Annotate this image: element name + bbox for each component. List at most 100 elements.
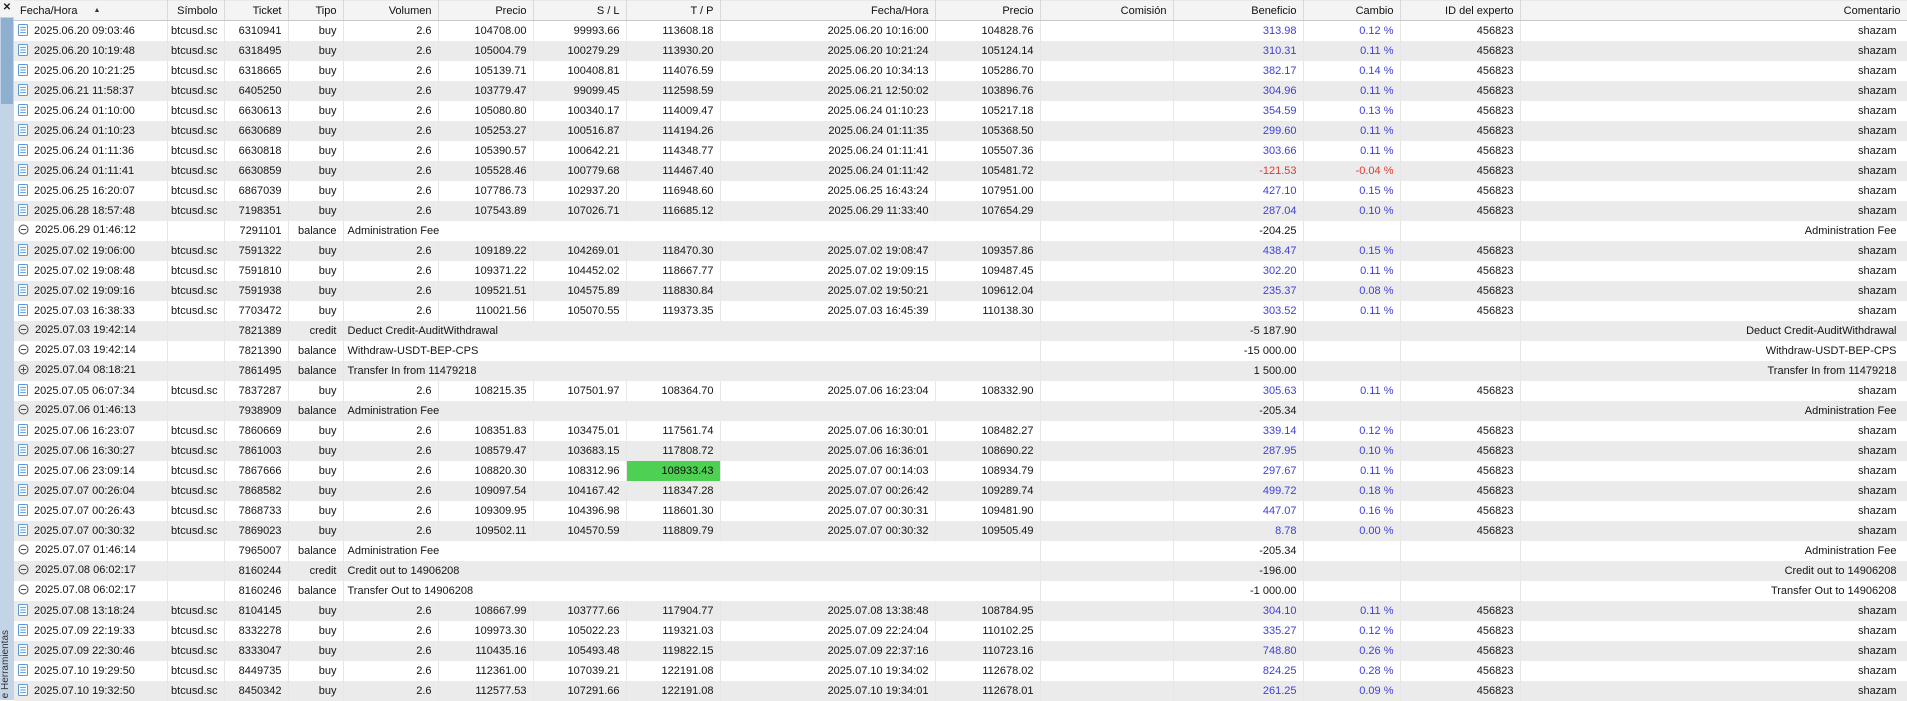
column-header-close-time[interactable]: Fecha/Hora [720,0,936,21]
cell-expert-id: 456823 [1400,141,1521,161]
history-row[interactable]: 2025.07.03 19:42:14 7821389 credit Deduct C… [14,321,1907,341]
history-row[interactable]: 2025.06.24 01:10:00 btcusd.sc 6630613 buy 2.… [14,101,1907,121]
column-header-expert-id[interactable]: ID del experto [1400,0,1521,21]
history-row[interactable]: 2025.06.20 10:21:25 btcusd.sc 6318665 buy 2.… [14,61,1907,81]
cell-close-time: 2025.07.10 19:34:01 [720,681,936,701]
column-header-ticket[interactable]: Ticket [224,0,289,21]
history-row[interactable]: 2025.06.29 01:46:12 7291101 balance Adminis… [14,221,1907,241]
cell-symbol: btcusd.sc [167,281,225,301]
cell-type: balance [288,221,344,241]
history-row[interactable]: 2025.07.07 01:46:14 7965007 balance Adminis… [14,541,1907,561]
history-row[interactable]: 2025.07.07 00:26:43 btcusd.sc 7868733 buy 2.… [14,501,1907,521]
cell-open-time: 2025.07.08 06:02:17 [14,561,168,581]
toolbox-tab-label[interactable]: e Herramientas [0,630,14,698]
cell-close-price: 109487.45 [935,261,1041,281]
open-time-text: 2025.06.24 01:11:41 [34,164,135,177]
cell-sl: 104396.98 [533,501,627,521]
close-panel-button[interactable]: ✕ [0,0,14,17]
history-row[interactable]: 2025.07.03 16:38:33 btcusd.sc 7703472 buy 2.… [14,301,1907,321]
cell-symbol: btcusd.sc [167,20,225,41]
column-header-type[interactable]: Tipo [288,0,344,21]
history-row[interactable]: 2025.07.09 22:30:46 btcusd.sc 8333047 buy 2.… [14,641,1907,661]
cell-commission [1040,661,1174,681]
history-row[interactable]: 2025.07.10 19:32:50 btcusd.sc 8450342 buy 2.… [14,681,1907,701]
cell-symbol: btcusd.sc [167,681,225,701]
cell-close-price: 105217.18 [935,101,1041,121]
cell-close-price: 110138.30 [935,301,1041,321]
cell-sl: 100279.29 [533,41,627,61]
history-row[interactable]: 2025.06.28 18:57:48 btcusd.sc 7198351 buy 2.… [14,201,1907,221]
cell-sl: 103777.66 [533,601,627,621]
history-row[interactable]: 2025.07.02 19:06:00 btcusd.sc 7591322 buy 2.… [14,241,1907,261]
cell-commission [1040,81,1174,101]
history-row[interactable]: 2025.07.06 16:23:07 btcusd.sc 7860669 buy 2.… [14,421,1907,441]
cell-expert-id: 456823 [1400,201,1521,221]
cell-close-price: 105368.50 [935,121,1041,141]
history-row[interactable]: 2025.07.07 00:26:04 btcusd.sc 7868582 buy 2.… [14,481,1907,501]
cell-symbol: btcusd.sc [167,261,225,281]
cell-comment: shazam [1520,241,1907,261]
cell-type: balance [288,541,344,561]
history-row[interactable]: 2025.07.09 22:19:33 btcusd.sc 8332278 buy 2.… [14,621,1907,641]
history-row[interactable]: 2025.07.08 13:18:24 btcusd.sc 8104145 buy 2.… [14,601,1907,621]
cell-ticket: 8449735 [224,661,289,681]
cell-open-time: 2025.07.06 23:09:14 [14,461,168,481]
history-row[interactable]: 2025.07.05 06:07:34 btcusd.sc 7837287 buy 2.… [14,381,1907,401]
cell-type: buy [288,301,344,321]
history-row[interactable]: 2025.06.25 16:20:07 btcusd.sc 6867039 buy 2.… [14,181,1907,201]
cell-commission [1040,41,1174,61]
cell-symbol: btcusd.sc [167,621,225,641]
column-header-tp[interactable]: T / P [626,0,721,21]
cell-profit: 297.67 [1173,461,1304,481]
history-row[interactable]: 2025.06.24 01:11:36 btcusd.sc 6630818 buy 2.… [14,141,1907,161]
column-header-profit[interactable]: Beneficio [1173,0,1304,21]
cell-change: 0.10 % [1303,201,1401,221]
history-row[interactable]: 2025.07.08 06:02:17 8160244 credit Credit o… [14,561,1907,581]
history-row[interactable]: 2025.07.07 00:30:32 btcusd.sc 7869023 buy 2.… [14,521,1907,541]
history-row[interactable]: 2025.07.04 08:18:21 7861495 balance Transfe… [14,361,1907,381]
history-row[interactable]: 2025.06.21 11:58:37 btcusd.sc 6405250 buy 2.… [14,81,1907,101]
column-header-sl[interactable]: S / L [533,0,627,21]
cell-profit: 339.14 [1173,421,1304,441]
history-row[interactable]: 2025.07.06 01:46:13 7938909 balance Adminis… [14,401,1907,421]
buy-order-icon [18,383,28,399]
open-time-text: 2025.07.03 19:42:14 [35,344,136,356]
cell-ticket: 6630613 [224,101,289,121]
cell-open-time: 2025.07.06 16:30:27 [14,441,168,461]
history-row[interactable]: 2025.06.20 09:03:46 btcusd.sc 6310941 buy 2.… [14,20,1907,41]
history-row[interactable]: 2025.07.02 19:09:16 btcusd.sc 7591938 buy 2.… [14,281,1907,301]
history-row[interactable]: 2025.07.02 19:08:48 btcusd.sc 7591810 buy 2.… [14,261,1907,281]
cell-change: -0.04 % [1303,161,1401,181]
cell-change: 0.11 % [1303,41,1401,61]
history-row[interactable]: 2025.06.24 01:11:41 btcusd.sc 6630859 buy 2.… [14,161,1907,181]
cell-profit: -15 000.00 [1173,341,1304,361]
column-header-open-price[interactable]: Precio [438,0,534,21]
cell-tp: 117561.74 [626,421,721,441]
column-header-close-price[interactable]: Precio [935,0,1041,21]
cell-type: buy [288,281,344,301]
cell-profit: 335.27 [1173,621,1304,641]
history-row[interactable]: 2025.07.03 19:42:14 7821390 balance Withdra… [14,341,1907,361]
column-header-open-time[interactable]: Fecha/Hora ▲ [14,0,168,21]
column-header-change[interactable]: Cambio [1303,0,1401,21]
cell-close-time: 2025.07.06 16:36:01 [720,441,936,461]
column-header-symbol[interactable]: Símbolo [167,0,225,21]
cell-volume: 2.6 [343,20,439,41]
column-header-comment[interactable]: Comentario [1520,0,1907,21]
history-row[interactable]: 2025.07.06 16:30:27 btcusd.sc 7861003 buy 2.… [14,441,1907,461]
cell-profit: -196.00 [1173,561,1304,581]
cell-expert-id: 456823 [1400,681,1521,701]
history-row[interactable]: 2025.07.08 06:02:17 8160246 balance Transfe… [14,581,1907,601]
cell-symbol [167,221,225,241]
history-row[interactable]: 2025.06.24 01:10:23 btcusd.sc 6630689 buy 2.… [14,121,1907,141]
column-header-commission[interactable]: Comisión [1040,0,1174,21]
history-row[interactable]: 2025.07.06 23:09:14 btcusd.sc 7867666 buy 2.… [14,461,1907,481]
column-header-volume[interactable]: Volumen [343,0,439,21]
history-row[interactable]: 2025.07.10 19:29:50 btcusd.sc 8449735 buy 2.… [14,661,1907,681]
cell-open-time: 2025.06.24 01:11:41 [14,161,168,181]
cell-open-price: 103779.47 [438,81,534,101]
history-row[interactable]: 2025.06.20 10:19:48 btcusd.sc 6318495 buy 2.… [14,41,1907,61]
cell-commission [1040,481,1174,501]
vertical-scrollbar-thumb[interactable] [1,18,13,104]
cell-comment: Deduct Credit-AuditWithdrawal [1520,321,1907,341]
